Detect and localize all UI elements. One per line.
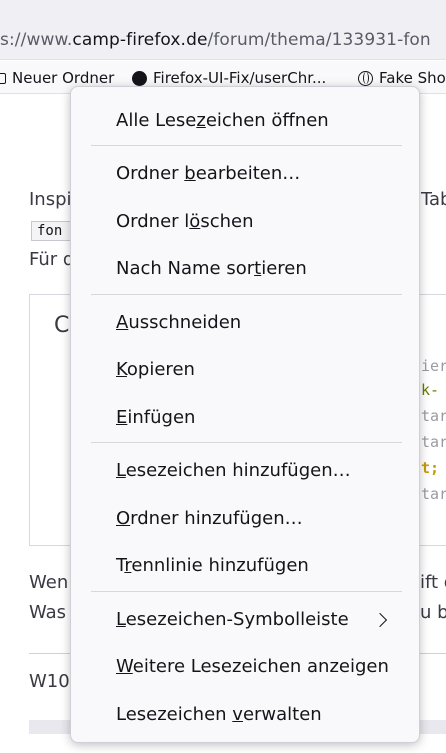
globe-icon <box>358 70 373 86</box>
code-line: ier <box>421 357 446 375</box>
menu-separator <box>91 145 402 146</box>
menu-item-add-bookmark[interactable]: Lesezeichen hinzufügen… <box>71 451 419 491</box>
post-paragraph-2-end: u be <box>420 602 446 623</box>
folder-icon <box>0 72 6 84</box>
menu-item-edit-folder[interactable]: Ordner bearbeiten… <box>71 154 419 194</box>
menu-item-bookmarks-toolbar-submenu[interactable]: Lesezeichen-Symbolleiste <box>71 600 419 640</box>
url-bar[interactable]: s://www.camp-firefox.de/forum/thema/1339… <box>0 22 446 60</box>
bookmark-label: Firefox-UI-Fix/userChr... <box>153 69 327 87</box>
bookmark-context-menu: Alle Lesezeichen öffnen Ordner bearbeite… <box>70 86 420 743</box>
bookmark-label: Neuer Ordner <box>12 69 115 87</box>
menu-item-add-folder[interactable]: Ordner hinzufügen… <box>71 499 419 539</box>
bookmark-neuer-ordner[interactable]: Neuer Ordner <box>0 69 114 87</box>
code-line: k- <box>421 381 440 399</box>
code-line: tar <box>421 433 446 451</box>
github-icon <box>132 70 147 86</box>
url-text[interactable]: s://www.camp-firefox.de/forum/thema/1339… <box>0 30 431 50</box>
menu-item-add-separator[interactable]: Trennlinie hinzufügen <box>71 546 419 586</box>
bookmark-fake-sho[interactable]: Fake Sho <box>358 69 446 87</box>
bookmark-label: Fake Sho <box>379 69 446 87</box>
url-prefix: s://www. <box>0 30 73 50</box>
code-line: tar <box>421 485 446 503</box>
menu-item-paste[interactable]: Einfügen <box>71 398 419 438</box>
menu-item-delete-folder[interactable]: Ordner löschen <box>71 202 419 242</box>
post-paragraph-1-end: ift d <box>420 572 446 593</box>
menu-item-show-other-bookmarks[interactable]: Weitere Lesezeichen anzeigen <box>71 647 419 687</box>
menu-item-manage-bookmarks[interactable]: Lesezeichen verwalten <box>71 695 419 735</box>
menu-item-copy[interactable]: Kopieren <box>71 350 419 390</box>
menu-separator <box>91 294 402 295</box>
url-path: /forum/thema/133931-fon <box>207 30 431 50</box>
menu-item-cut[interactable]: Ausschneiden <box>71 303 419 343</box>
menu-item-open-all-bookmarks[interactable]: Alle Lesezeichen öffnen <box>71 101 419 141</box>
chevron-right-icon <box>372 612 388 628</box>
post-text-line1-end: Tab <box>421 189 446 210</box>
url-domain: camp-firefox.de <box>72 30 208 50</box>
code-line: tar <box>421 407 446 425</box>
menu-item-sort-by-name[interactable]: Nach Name sortieren <box>71 249 419 289</box>
post-text-line2: Für d <box>29 249 75 270</box>
post-signature: W10 <box>29 671 70 692</box>
inline-code: fon <box>31 221 71 241</box>
post-paragraph-1: Wen <box>29 572 69 593</box>
code-line: t; <box>421 459 440 477</box>
code-block-title: C <box>54 313 70 338</box>
post-text-line1: Inspi <box>29 189 72 210</box>
menu-separator <box>91 591 402 592</box>
bookmark-firefox-ui-fix[interactable]: Firefox-UI-Fix/userChr... <box>132 69 326 87</box>
menu-separator <box>91 442 402 443</box>
post-paragraph-2: Was <box>29 602 67 623</box>
tab-strip <box>0 0 446 22</box>
